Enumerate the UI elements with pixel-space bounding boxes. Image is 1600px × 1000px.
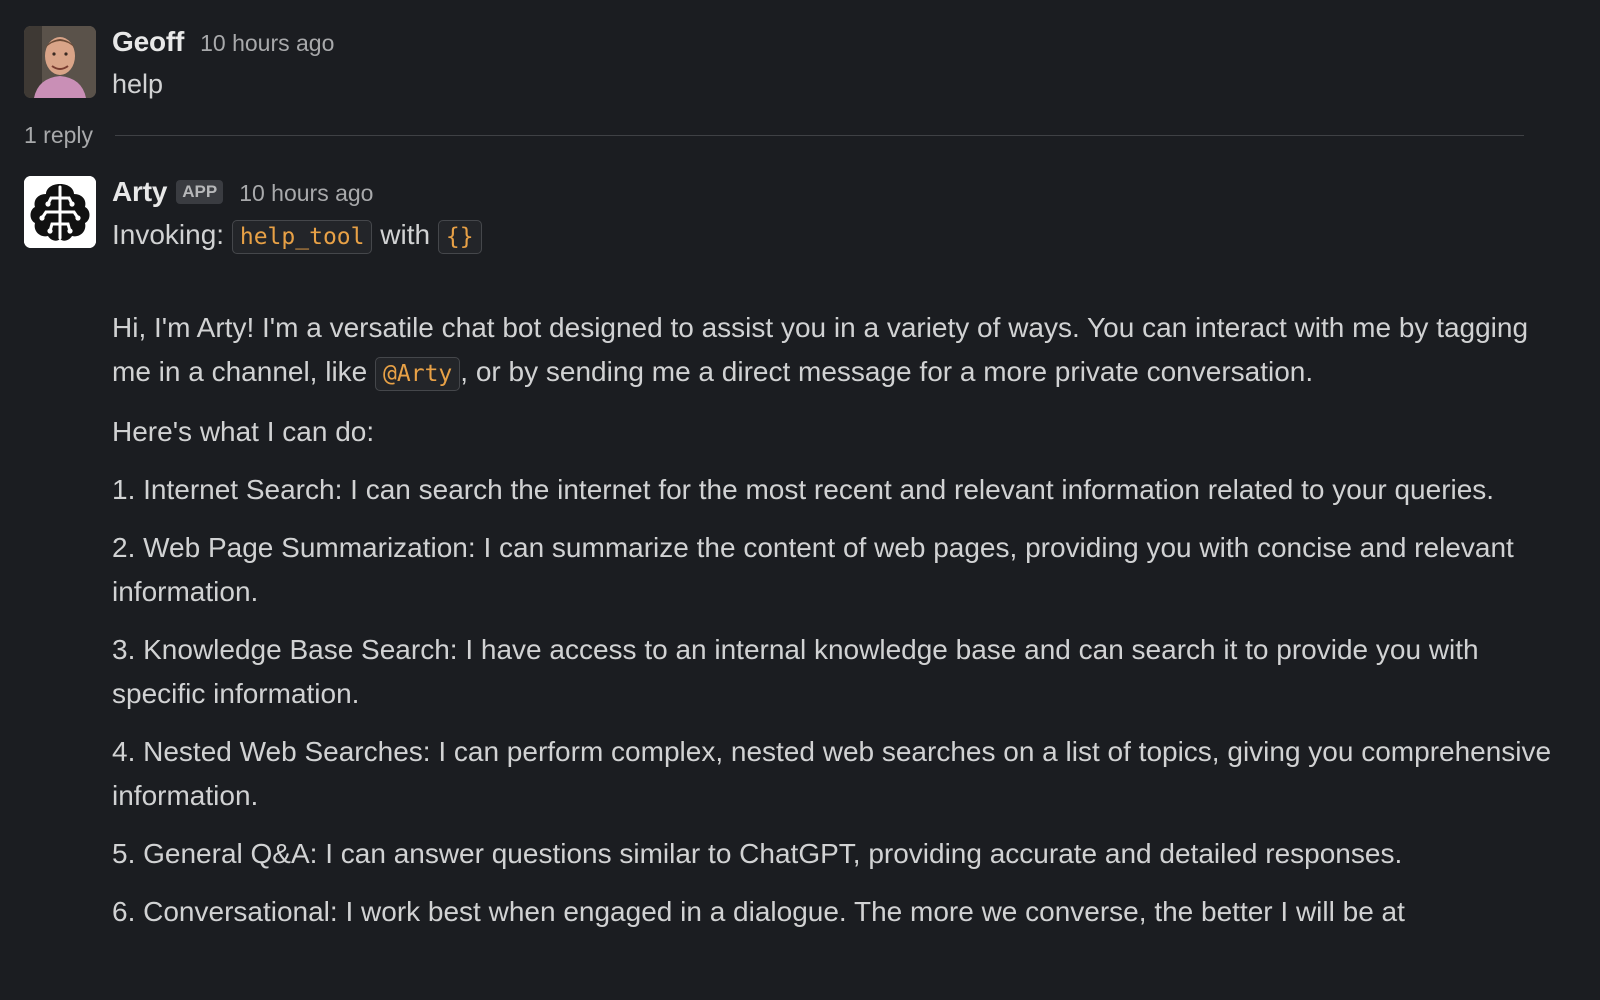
capabilities-heading: Here's what I can do: — [112, 416, 375, 447]
tool-args-code: {} — [437, 220, 482, 254]
reply-count: 1 reply — [24, 122, 94, 148]
intro-paragraph: Hi, I'm Arty! I'm a versatile chat bot d… — [112, 306, 1560, 396]
tool-invocation-line: Invoking: help_tool with {} — [112, 216, 1560, 256]
user-message: Geoff 10 hours ago help — [24, 26, 1560, 102]
invoke-prefix: Invoking: — [112, 219, 232, 250]
bot-name[interactable]: Arty — [112, 176, 167, 208]
capability-item: 2. Web Page Summarization: I can summari… — [112, 532, 1514, 607]
message-text: help — [112, 69, 164, 99]
message-thread: Geoff 10 hours ago help 1 reply Arty APP… — [0, 0, 1600, 1000]
brain-icon — [24, 176, 96, 248]
capability-item: 4. Nested Web Searches: I can perform co… — [112, 736, 1552, 811]
user-name[interactable]: Geoff — [112, 26, 184, 58]
bot-response: Hi, I'm Arty! I'm a versatile chat bot d… — [112, 306, 1560, 934]
capability-item: 3. Knowledge Base Search: I have access … — [112, 634, 1479, 709]
person-icon — [24, 26, 96, 98]
intro-text-after: , or by sending me a direct message for … — [460, 356, 1314, 387]
message-timestamp[interactable]: 10 hours ago — [200, 30, 334, 57]
message-timestamp[interactable]: 10 hours ago — [239, 180, 373, 207]
capability-item: 6. Conversational: I work best when enga… — [112, 896, 1405, 927]
invoke-with: with — [372, 219, 438, 250]
thread-reply-divider: 1 reply — [24, 122, 1524, 149]
app-badge: APP — [176, 180, 224, 204]
capability-item: 5. General Q&A: I can answer questions s… — [112, 838, 1403, 869]
tool-name-code: help_tool — [231, 220, 373, 254]
bot-avatar[interactable] — [24, 176, 96, 248]
bot-message: Arty APP 10 hours ago Invoking: help_too… — [24, 176, 1560, 948]
divider-line — [115, 135, 1524, 136]
user-avatar[interactable] — [24, 26, 96, 98]
mention-code: @Arty — [375, 357, 461, 391]
capability-item: 1. Internet Search: I can search the int… — [112, 474, 1495, 505]
